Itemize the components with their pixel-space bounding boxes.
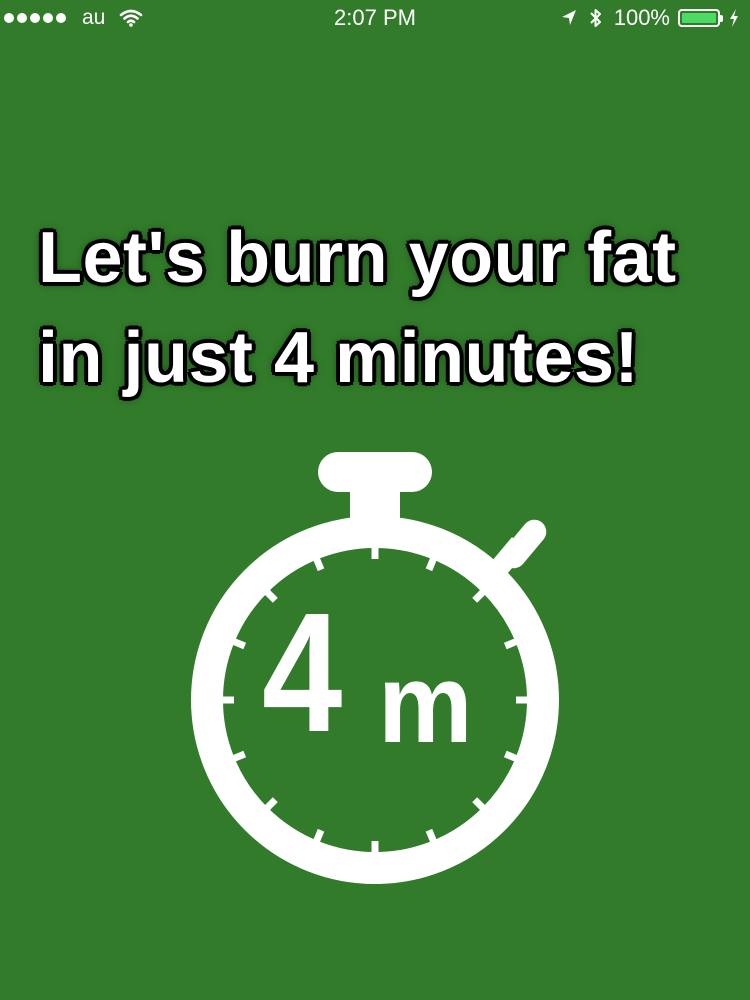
- status-right: 100%: [560, 5, 740, 31]
- battery-icon: [678, 9, 723, 27]
- charging-icon: [730, 9, 738, 27]
- headline-line-1: Let's burn your fat: [37, 217, 677, 299]
- headline: Let's burn your fat in just 4 minutes!: [37, 208, 738, 408]
- timer-unit: m: [378, 641, 473, 766]
- stopwatch-icon: 4 m: [180, 448, 570, 888]
- timer-digit: 4: [262, 578, 343, 768]
- stopwatch-label: 4 m: [180, 448, 570, 888]
- bluetooth-icon: [590, 9, 601, 27]
- headline-line-2: in just 4 minutes!: [37, 317, 640, 399]
- battery-percent: 100%: [613, 5, 670, 30]
- status-bar: au 2:07 PM 100%: [0, 0, 750, 36]
- location-arrow-icon: [561, 10, 576, 25]
- battery-fill: [682, 13, 716, 23]
